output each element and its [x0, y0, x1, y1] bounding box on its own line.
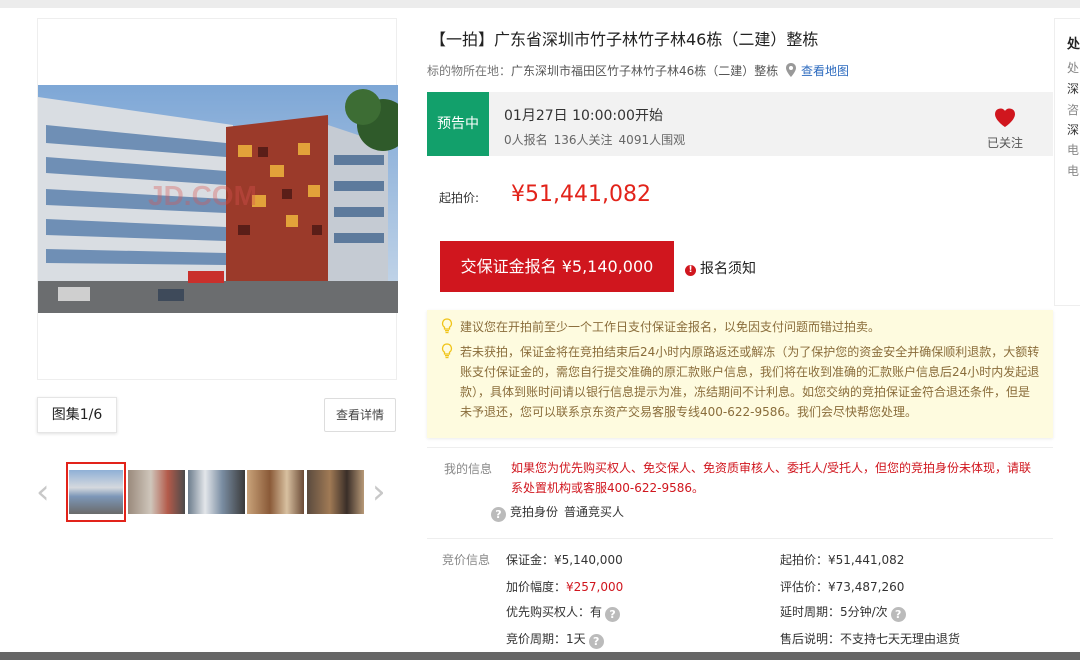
delay-text: 延时周期：5分钟/次: [780, 605, 888, 619]
panel-line: 电: [1067, 164, 1080, 178]
signup-notice-link[interactable]: ! 报名须知: [685, 258, 756, 278]
increment-info: 加价幅度：¥257,000: [506, 578, 623, 595]
gallery-main: JD.COM: [37, 18, 398, 380]
panel-title: 处: [1067, 37, 1080, 52]
follower-count: 136人关注: [553, 133, 613, 147]
help-icon[interactable]: ?: [588, 634, 604, 649]
thumb-prev-arrow[interactable]: ‹: [36, 474, 50, 510]
lightbulb-icon: [441, 318, 453, 334]
thumbnail-4[interactable]: [247, 470, 304, 514]
delay-info: 延时周期：5分钟/次?: [780, 603, 906, 622]
bidder-identity: ? 竞拍身份 普通竞买人: [491, 503, 624, 522]
increment-value: ¥257,000: [566, 580, 624, 594]
watermark-text: JD.COM: [148, 180, 257, 211]
listing-title: 【一拍】广东省深圳市竹子林竹子林46栋（二建）整栋: [430, 30, 819, 49]
location-label: 标的物所在地：: [427, 64, 512, 78]
tips-box: 建议您在开拍前至少一个工作日支付保证金报名，以免因支付问题而错过拍卖。 若未获拍…: [427, 310, 1053, 438]
help-icon[interactable]: ?: [890, 607, 906, 622]
bid-info-section: 竞价信息 保证金：¥5,140,000 加价幅度：¥257,000 优先购买权人…: [427, 538, 1053, 652]
pay-deposit-signup-button[interactable]: 交保证金报名 ¥5,140,000: [440, 241, 674, 292]
panel-line: 深: [1067, 123, 1080, 137]
panel-line: 电: [1067, 143, 1080, 157]
signup-count: 0人报名: [504, 133, 548, 147]
status-badge: 预告中: [427, 92, 489, 156]
location-value: 广东深圳市福田区竹子林竹子林46栋（二建）整栋: [511, 64, 779, 78]
thumbnail-1[interactable]: [66, 462, 126, 522]
bottom-bar: [0, 652, 1080, 660]
start-price-info: 起拍价：¥51,441,082: [780, 553, 905, 567]
panel-line: 咨: [1067, 103, 1080, 117]
my-info-section: 我的信息 如果您为优先购买权人、免交保人、免资质审核人、委托人/受托人，但您的竞…: [427, 447, 1053, 537]
increment-label: 加价幅度：: [506, 580, 567, 594]
thumbnail-3[interactable]: [188, 470, 245, 514]
location-line: 标的物所在地：广东深圳市福田区竹子林竹子林46栋（二建）整栋 查看地图: [427, 62, 849, 79]
view-detail-button[interactable]: 查看详情: [324, 398, 396, 432]
tip-text-2: 若未获拍，保证金将在竞拍结束后24小时内原路返还或解冻（为了保护您的资金安全并确…: [460, 345, 1040, 419]
identity-value: 普通竞买人: [564, 505, 625, 519]
follow-button[interactable]: 已关注: [983, 106, 1027, 151]
auction-stats: 0人报名 136人关注 4091人围观: [504, 131, 691, 148]
my-info-text: 如果您为优先购买权人、免交保人、免资质审核人、委托人/受托人，但您的竞拍身份未体…: [511, 461, 1032, 495]
album-count: 图集1/6: [37, 397, 117, 433]
deposit-info: 保证金：¥5,140,000: [506, 553, 623, 567]
heart-icon: [995, 108, 1015, 127]
follow-label: 已关注: [986, 136, 1023, 150]
cycle-text: 竞价周期：1天: [506, 632, 586, 646]
start-price-label: 起拍价:: [439, 191, 480, 205]
viewer-count: 4091人围观: [618, 133, 686, 147]
start-price-value: ¥51,441,082: [511, 182, 651, 207]
cycle-info: 竞价周期：1天?: [506, 630, 604, 649]
building-image: JD.COM: [38, 85, 398, 313]
property-photo[interactable]: JD.COM: [38, 85, 398, 313]
panel-line: 处: [1067, 61, 1080, 75]
identity-label: 竞拍身份: [510, 505, 559, 519]
disposal-agency-panel: 处 处 深 咨 深 电 电: [1054, 18, 1080, 306]
start-time: 01月27日 10:00:00开始: [504, 108, 663, 124]
top-bar: [0, 0, 1080, 8]
map-pin-icon: [786, 63, 797, 77]
auction-status-bar: 预告中 01月27日 10:00:00开始 0人报名 136人关注 4091人围观 …: [427, 92, 1053, 156]
panel-line: 深: [1067, 82, 1080, 96]
thumbnail-2[interactable]: [128, 470, 185, 514]
signup-notice-label: 报名须知: [700, 261, 756, 277]
help-icon[interactable]: ?: [605, 607, 621, 622]
after-sale-info: 售后说明：不支持七天无理由退货: [780, 632, 961, 646]
alert-icon: !: [685, 265, 696, 276]
thumbnail-5[interactable]: [307, 470, 364, 514]
help-icon[interactable]: ?: [491, 507, 506, 522]
thumb-next-arrow[interactable]: ›: [372, 474, 386, 510]
view-map-link[interactable]: 查看地图: [801, 64, 849, 78]
my-info-label: 我的信息: [444, 462, 493, 476]
lightbulb-icon: [441, 343, 453, 359]
tip-text-1: 建议您在开拍前至少一个工作日支付保证金报名，以免因支付问题而错过拍卖。: [460, 320, 881, 334]
appraisal-info: 评估价：¥73,487,260: [780, 580, 905, 594]
bid-info-label: 竞价信息: [442, 553, 491, 567]
priority-text: 优先购买权人：有: [506, 605, 603, 619]
priority-info: 优先购买权人：有?: [506, 603, 621, 622]
